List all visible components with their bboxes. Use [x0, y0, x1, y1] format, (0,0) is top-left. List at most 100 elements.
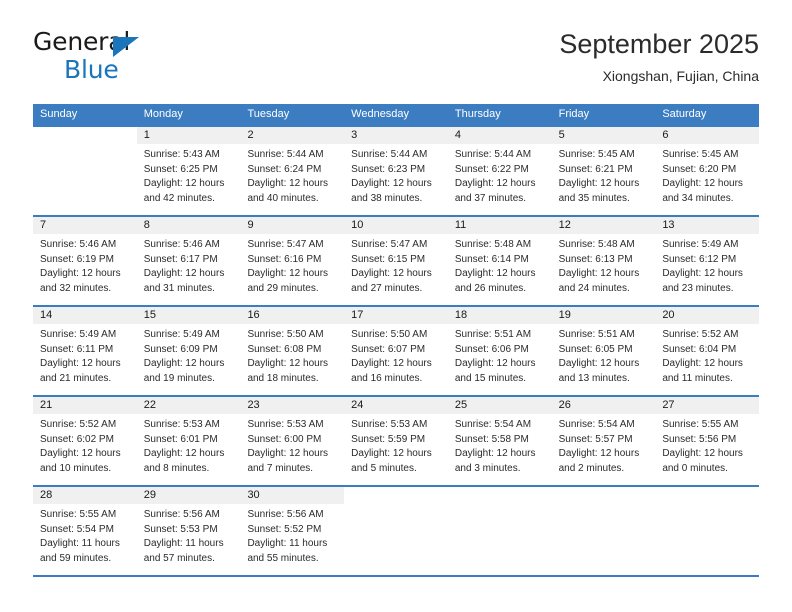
calendar-day-cell[interactable]: 23 Sunrise: 5:53 AM Sunset: 6:00 PM Dayligh… [240, 397, 345, 485]
day-number-band: 17 [344, 307, 448, 325]
calendar-day-cell[interactable]: 7 Sunrise: 5:46 AM Sunset: 6:19 PM Daylight… [33, 217, 137, 305]
calendar-day-cell[interactable]: 6 Sunrise: 5:45 AM Sunset: 6:20 PM Daylight… [655, 127, 760, 215]
calendar-day-cell[interactable]: 21 Sunrise: 5:52 AM Sunset: 6:02 PM Dayligh… [33, 397, 137, 485]
day-detail-line: Sunrise: 5:43 AM [143, 149, 220, 160]
calendar-day-cell[interactable]: 11 Sunrise: 5:48 AM Sunset: 6:14 PM Dayligh… [447, 217, 552, 305]
day-detail-line: and 23 minutes. [662, 282, 734, 294]
day-detail-line: Sunrise: 5:46 AM [143, 239, 220, 250]
weekday-header-tuesday: Tuesday [247, 108, 290, 120]
calendar-day-cell[interactable]: 16 Sunrise: 5:50 AM Sunset: 6:08 PM Dayligh… [240, 307, 345, 395]
day-number-band: 24 [344, 397, 448, 415]
calendar-day-cell[interactable]: 26 Sunrise: 5:54 AM Sunset: 5:57 PM Dayligh… [551, 397, 656, 485]
calendar-day-cell[interactable]: 15 Sunrise: 5:49 AM Sunset: 6:09 PM Dayligh… [136, 307, 241, 395]
day-detail-line: and 32 minutes. [40, 282, 112, 294]
day-number: 19 [558, 309, 571, 321]
day-detail-line: and 37 minutes. [454, 192, 527, 204]
calendar-week-row: 28 Sunrise: 5:55 AM Sunset: 5:54 PM Dayligh… [33, 485, 760, 577]
day-detail-line: and 19 minutes. [143, 372, 215, 384]
day-detail-line: Daylight: 12 hours [454, 358, 536, 369]
calendar-grid: Sunday Monday Tuesday Wednesday Thursday Frid… [33, 104, 760, 577]
day-details [344, 504, 448, 507]
calendar-day-cell[interactable]: 3 Sunrise: 5:44 AM Sunset: 6:23 PM Daylight… [344, 127, 448, 215]
day-detail-line: Sunrise: 5:49 AM [662, 239, 739, 250]
day-detail-line: Sunset: 5:59 PM [351, 433, 426, 445]
day-detail-line: Sunrise: 5:45 AM [558, 149, 635, 160]
day-number-band: 3 [344, 127, 448, 145]
weekday-header-friday: Friday [558, 108, 590, 120]
day-detail-line: Daylight: 12 hours [247, 358, 329, 369]
calendar-day-cell[interactable]: 1 Sunrise: 5:43 AM Sunset: 6:25 PM Daylight… [136, 127, 241, 215]
calendar-day-cell[interactable]: 2 Sunrise: 5:44 AM Sunset: 6:24 PM Daylight… [240, 127, 345, 215]
calendar-day-cell[interactable]: 9 Sunrise: 5:47 AM Sunset: 6:16 PM Daylight… [240, 217, 345, 305]
day-detail-line: Sunset: 6:05 PM [558, 343, 633, 355]
calendar-day-cell-empty [551, 487, 656, 575]
calendar-day-cell[interactable]: 17 Sunrise: 5:50 AM Sunset: 6:07 PM Dayligh… [344, 307, 448, 395]
day-number: 25 [454, 399, 468, 411]
calendar-day-cell[interactable]: 20 Sunrise: 5:52 AM Sunset: 6:04 PM Dayligh… [655, 307, 760, 395]
day-number: 12 [558, 219, 571, 231]
day-number: 11 [454, 219, 467, 231]
calendar-day-cell-empty [33, 127, 137, 215]
calendar-day-cell[interactable]: 29 Sunrise: 5:56 AM Sunset: 5:53 PM Dayligh… [136, 487, 241, 575]
day-details: Sunrise: 5:45 AM Sunset: 6:21 PM Daylight:… [552, 145, 656, 206]
calendar-week-row: 7 Sunrise: 5:46 AM Sunset: 6:19 PM Daylight… [33, 215, 760, 305]
day-detail-line: Sunset: 5:57 PM [558, 433, 633, 445]
calendar-day-cell[interactable]: 14 Sunrise: 5:49 AM Sunset: 6:11 PM Dayligh… [33, 307, 137, 395]
day-number: 29 [143, 489, 156, 501]
day-detail-line: Daylight: 12 hours [662, 268, 743, 279]
calendar-day-cell[interactable]: 4 Sunrise: 5:44 AM Sunset: 6:22 PM Daylight… [447, 127, 552, 215]
day-detail-line: Daylight: 12 hours [247, 448, 329, 459]
day-number: 28 [40, 489, 53, 501]
day-detail-line: Daylight: 11 hours [40, 538, 120, 549]
calendar-day-cell[interactable]: 12 Sunrise: 5:48 AM Sunset: 6:13 PM Dayligh… [551, 217, 656, 305]
calendar-day-cell[interactable]: 8 Sunrise: 5:46 AM Sunset: 6:17 PM Daylight… [136, 217, 241, 305]
day-number: 5 [558, 129, 565, 141]
day-detail-line: and 59 minutes. [40, 552, 112, 564]
day-detail-line: Daylight: 12 hours [351, 178, 432, 189]
day-detail-line: and 18 minutes. [247, 372, 319, 384]
day-number-band: 29 [136, 487, 241, 505]
generalblue-logo[interactable]: General Blue [33, 28, 233, 86]
triangle-icon [113, 37, 139, 57]
day-number-band: 15 [136, 307, 241, 325]
day-detail-line: Sunset: 6:15 PM [351, 253, 426, 265]
calendar-day-cell-empty [447, 487, 552, 575]
calendar-day-cell[interactable]: 13 Sunrise: 5:49 AM Sunset: 6:12 PM Dayligh… [655, 217, 760, 305]
day-details: Sunrise: 5:47 AM Sunset: 6:16 PM Daylight:… [240, 235, 344, 296]
calendar-day-cell[interactable]: 25 Sunrise: 5:54 AM Sunset: 5:58 PM Dayligh… [447, 397, 552, 485]
day-detail-line: Sunrise: 5:54 AM [558, 419, 635, 430]
day-detail-line: Sunrise: 5:50 AM [247, 329, 324, 340]
day-number: 17 [351, 309, 364, 321]
day-detail-line: and 24 minutes. [558, 282, 630, 294]
day-detail-line: and 26 minutes. [454, 282, 527, 294]
calendar-day-cell[interactable]: 24 Sunrise: 5:53 AM Sunset: 5:59 PM Dayligh… [344, 397, 448, 485]
day-detail-line: Daylight: 12 hours [143, 268, 225, 279]
day-number: 23 [247, 399, 260, 411]
day-number-band: 28 [33, 487, 137, 505]
day-detail-line: Sunrise: 5:51 AM [454, 329, 532, 340]
day-number-band: 22 [136, 397, 241, 415]
day-detail-line: Daylight: 12 hours [558, 178, 640, 189]
day-number-band: 2 [240, 127, 345, 145]
day-number-band [344, 487, 448, 504]
day-details [655, 504, 759, 507]
day-detail-line: Sunrise: 5:45 AM [662, 149, 739, 160]
day-details: Sunrise: 5:48 AM Sunset: 6:13 PM Daylight:… [552, 235, 656, 296]
calendar-day-cell[interactable]: 27 Sunrise: 5:55 AM Sunset: 5:56 PM Dayligh… [655, 397, 760, 485]
day-details: Sunrise: 5:44 AM Sunset: 6:23 PM Daylight:… [344, 145, 448, 206]
day-detail-line: and 11 minutes. [662, 372, 733, 384]
day-detail-line: Daylight: 12 hours [40, 268, 121, 279]
day-detail-line: Sunrise: 5:49 AM [40, 329, 117, 340]
day-detail-line: and 34 minutes. [662, 192, 734, 204]
calendar-day-cell[interactable]: 10 Sunrise: 5:47 AM Sunset: 6:15 PM Dayligh… [344, 217, 448, 305]
day-number: 6 [662, 129, 669, 141]
calendar-day-cell[interactable]: 28 Sunrise: 5:55 AM Sunset: 5:54 PM Dayligh… [33, 487, 137, 575]
calendar-day-cell[interactable]: 30 Sunrise: 5:56 AM Sunset: 5:52 PM Dayligh… [240, 487, 345, 575]
calendar-day-cell[interactable]: 18 Sunrise: 5:51 AM Sunset: 6:06 PM Dayligh… [447, 307, 552, 395]
calendar-day-cell[interactable]: 19 Sunrise: 5:51 AM Sunset: 6:05 PM Dayligh… [551, 307, 656, 395]
calendar-day-cell[interactable]: 5 Sunrise: 5:45 AM Sunset: 6:21 PM Daylight… [551, 127, 656, 215]
day-detail-line: and 57 minutes. [143, 552, 215, 564]
day-details: Sunrise: 5:52 AM Sunset: 6:02 PM Daylight:… [33, 415, 137, 476]
day-details: Sunrise: 5:45 AM Sunset: 6:20 PM Daylight:… [655, 145, 759, 206]
calendar-day-cell[interactable]: 22 Sunrise: 5:53 AM Sunset: 6:01 PM Dayligh… [136, 397, 241, 485]
